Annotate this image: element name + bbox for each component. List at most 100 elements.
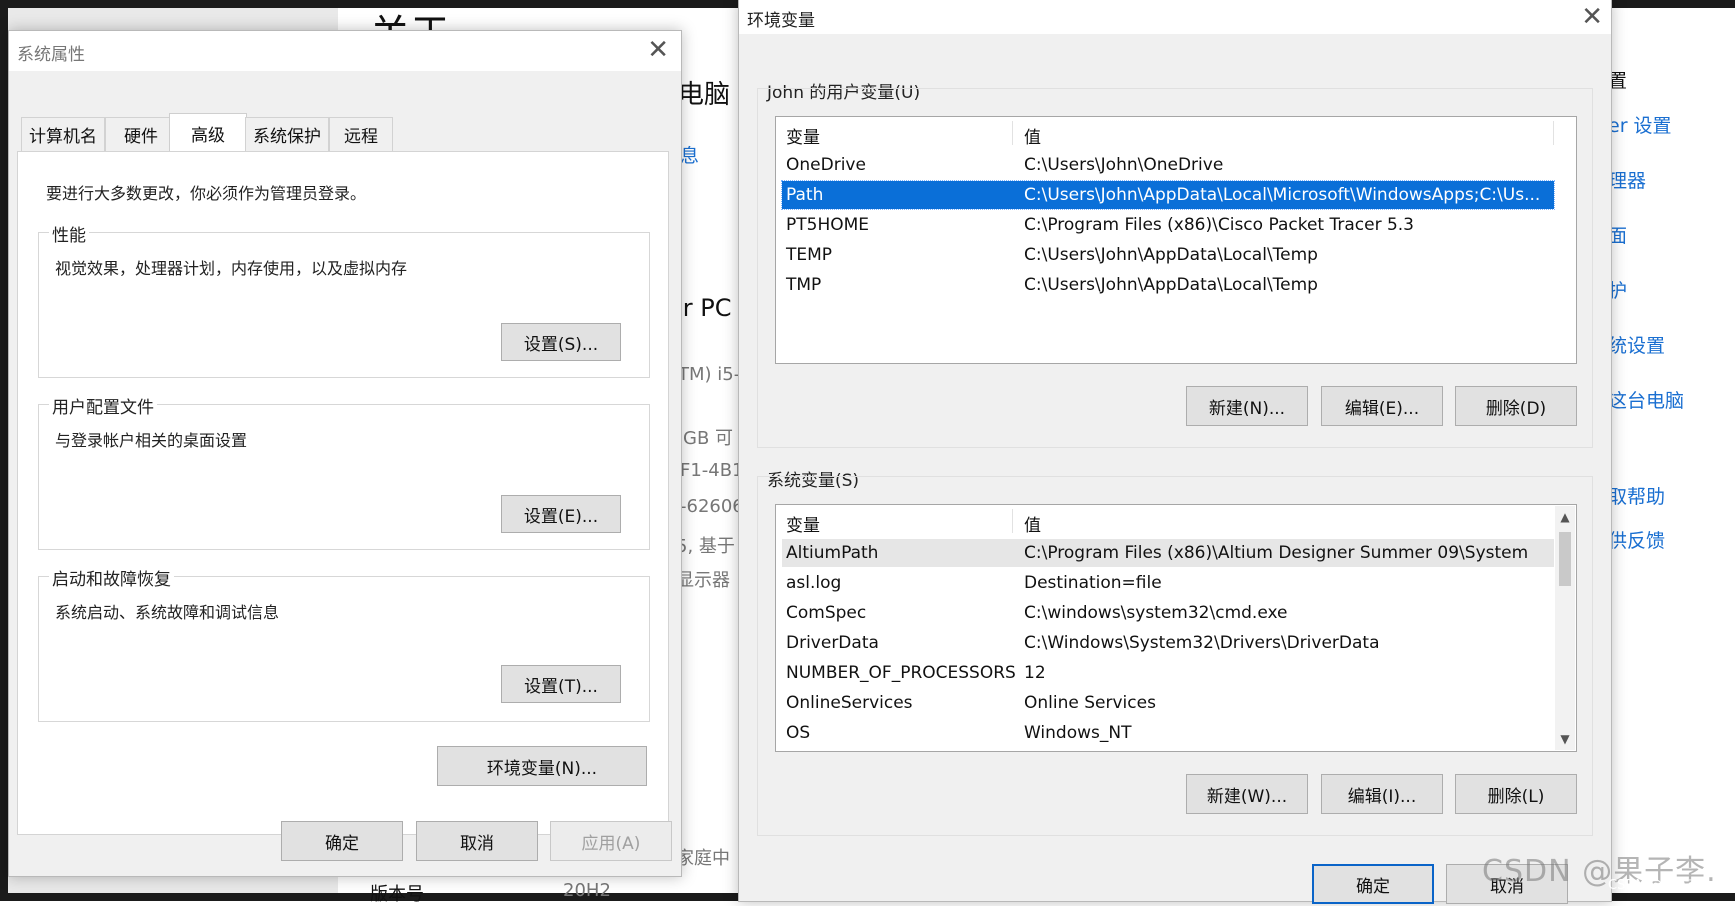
- var-value: C:\Program Files (x86)\Cisco Packet Trac…: [1024, 215, 1414, 235]
- scroll-up-icon[interactable]: ▲: [1555, 508, 1575, 526]
- header-variable[interactable]: 变量: [786, 511, 820, 536]
- related-link[interactable]: 供反馈: [1608, 526, 1665, 553]
- related-link[interactable]: 理器: [1608, 166, 1646, 193]
- system-var-row[interactable]: OnlineServices Online Services: [782, 689, 1554, 717]
- user-var-row[interactable]: PT5HOME C:\Program Files (x86)\Cisco Pac…: [782, 211, 1554, 239]
- system-var-row[interactable]: asl.log Destination=file: [782, 569, 1554, 597]
- left-frame: [0, 0, 8, 901]
- var-name: DriverData: [786, 633, 879, 653]
- var-value: C:\Users\John\AppData\Local\Temp: [1024, 245, 1318, 265]
- user-var-row[interactable]: OneDrive C:\Users\John\OneDrive: [782, 151, 1554, 179]
- user-vars-list[interactable]: 变量 值 OneDrive C:\Users\John\OneDrive Pat…: [775, 116, 1577, 364]
- var-name: TMP: [786, 275, 822, 295]
- watermark-small: CSDN @果子李.: [1608, 878, 1706, 893]
- startup-recovery-settings-button[interactable]: 设置(T)...: [501, 665, 621, 703]
- pc-label: 电脑: [678, 80, 731, 110]
- scroll-down-icon[interactable]: ▼: [1555, 730, 1575, 748]
- var-value: C:\Users\John\AppData\Local\Temp: [1024, 275, 1318, 295]
- system-edit-button[interactable]: 编辑(I)...: [1321, 774, 1443, 814]
- var-value: C:\Program Files (x86)\Altium Designer S…: [1024, 543, 1529, 563]
- var-value: Windows_NT: [1024, 723, 1132, 743]
- version-value: 20H2: [563, 880, 611, 901]
- performance-group: 性能 视觉效果，处理器计划，内存使用，以及虚拟内存 设置(S)...: [38, 221, 650, 378]
- ram-fragment: GB 可: [683, 428, 734, 449]
- related-link[interactable]: 这台电脑: [1608, 386, 1684, 413]
- environment-variables-button[interactable]: 环境变量(N)...: [437, 746, 647, 786]
- related-link[interactable]: 取帮助: [1608, 482, 1665, 509]
- tab-hardware[interactable]: 硬件: [105, 117, 177, 151]
- var-name: TEMP: [786, 245, 833, 265]
- user-var-row-selected[interactable]: Path C:\Users\John\AppData\Local\Microso…: [781, 180, 1555, 210]
- related-link[interactable]: 统设置: [1608, 331, 1665, 358]
- group-title: 启动和故障恢复: [49, 565, 174, 590]
- cpu-fragment: TM) i5-: [678, 364, 741, 385]
- settings-related-links: 置 er 设置 理器 面 护 统设置 这台电脑 取帮助 供反馈: [1608, 8, 1735, 893]
- user-new-button[interactable]: 新建(N)...: [1186, 386, 1308, 426]
- var-name: ComSpec: [786, 603, 867, 623]
- system-var-row[interactable]: OS Windows_NT: [782, 719, 1554, 747]
- system-var-row[interactable]: NUMBER_OF_PROCESSORS 12: [782, 659, 1554, 687]
- product-id-fragment: -62606: [680, 496, 744, 517]
- var-name: OnlineServices: [786, 693, 913, 713]
- performance-settings-button[interactable]: 设置(S)...: [501, 323, 621, 361]
- version-label: 版本号: [370, 884, 424, 905]
- user-edit-button[interactable]: 编辑(E)...: [1321, 386, 1443, 426]
- group-title: 用户配置文件: [49, 393, 157, 418]
- user-delete-button[interactable]: 删除(D): [1455, 386, 1577, 426]
- close-icon[interactable]: ✕: [1581, 2, 1603, 32]
- apply-button[interactable]: 应用(A): [550, 821, 672, 861]
- ok-button[interactable]: 确定: [281, 821, 403, 861]
- var-name: OneDrive: [786, 155, 866, 175]
- related-link[interactable]: er 设置: [1608, 111, 1672, 138]
- cancel-button[interactable]: 取消: [416, 821, 538, 861]
- edition-fragment: 家庭中: [676, 848, 730, 869]
- admin-notice: 要进行大多数更改，你必须作为管理员登录。: [46, 184, 367, 203]
- system-vars-list[interactable]: 变量 值 AltiumPath C:\Program Files (x86)\A…: [775, 504, 1577, 752]
- var-name: Path: [786, 185, 824, 205]
- header-value[interactable]: 值: [1024, 123, 1041, 148]
- var-value: C:\Windows\System32\Drivers\DriverData: [1024, 633, 1380, 653]
- var-value: 12: [1024, 663, 1046, 683]
- close-icon[interactable]: ✕: [647, 35, 669, 65]
- var-name: NUMBER_OF_PROCESSORS: [786, 663, 1016, 683]
- system-var-row[interactable]: ComSpec C:\windows\system32\cmd.exe: [782, 599, 1554, 627]
- var-value: Online Services: [1024, 693, 1156, 713]
- user-var-row[interactable]: TMP C:\Users\John\AppData\Local\Temp: [782, 271, 1554, 299]
- system-var-row[interactable]: DriverData C:\Windows\System32\Drivers\D…: [782, 629, 1554, 657]
- var-name: OS: [786, 723, 811, 743]
- list-header: 变量 值: [776, 505, 1576, 537]
- tab-remote[interactable]: 远程: [329, 117, 393, 151]
- system-properties-dialog: 系统属性 ✕ 计算机名 硬件 高级 系统保护 远程 要进行大多数更改，你必须作为…: [8, 30, 682, 877]
- system-properties-titlebar: 系统属性 ✕: [9, 31, 681, 71]
- var-value: C:\Users\John\OneDrive: [1024, 155, 1224, 175]
- system-vars-scrollbar[interactable]: ▲ ▼: [1555, 506, 1575, 750]
- list-header: 变量 值: [776, 117, 1576, 149]
- dialog-title: 系统属性: [17, 45, 85, 65]
- advanced-tab-panel: 要进行大多数更改，你必须作为管理员登录。 性能 视觉效果，处理器计划，内存使用，…: [17, 151, 669, 835]
- user-var-row[interactable]: TEMP C:\Users\John\AppData\Local\Temp: [782, 241, 1554, 269]
- system-delete-button[interactable]: 删除(L): [1455, 774, 1577, 814]
- var-value: C:\windows\system32\cmd.exe: [1024, 603, 1288, 623]
- user-profiles-group: 用户配置文件 与登录帐户相关的桌面设置 设置(E)...: [38, 393, 650, 550]
- system-type-fragment: 5, 基于: [676, 536, 735, 557]
- system-var-row[interactable]: AltiumPath C:\Program Files (x86)\Altium…: [782, 539, 1554, 567]
- env-titlebar: 环境变量 ✕: [739, 0, 1611, 34]
- group-title: 性能: [49, 221, 89, 246]
- header-value[interactable]: 值: [1024, 511, 1041, 536]
- tab-system-protection[interactable]: 系统保护: [245, 117, 329, 151]
- startup-recovery-group: 启动和故障恢复 系统启动、系统故障和调试信息 设置(T)...: [38, 565, 650, 722]
- var-name: AltiumPath: [786, 543, 879, 563]
- header-variable[interactable]: 变量: [786, 123, 820, 148]
- tab-advanced[interactable]: 高级: [169, 113, 247, 153]
- scroll-thumb[interactable]: [1559, 532, 1571, 586]
- group-description: 与登录帐户相关的桌面设置: [55, 431, 248, 450]
- var-name: PT5HOME: [786, 215, 870, 235]
- var-value: Destination=file: [1024, 573, 1162, 593]
- var-name: asl.log: [786, 573, 842, 593]
- env-ok-button[interactable]: 确定: [1312, 864, 1434, 904]
- info-link[interactable]: 息: [680, 141, 699, 168]
- system-new-button[interactable]: 新建(W)...: [1186, 774, 1308, 814]
- tab-computer-name[interactable]: 计算机名: [21, 117, 105, 151]
- device-id-fragment: F1-4B1: [680, 460, 744, 481]
- user-profiles-settings-button[interactable]: 设置(E)...: [501, 495, 621, 533]
